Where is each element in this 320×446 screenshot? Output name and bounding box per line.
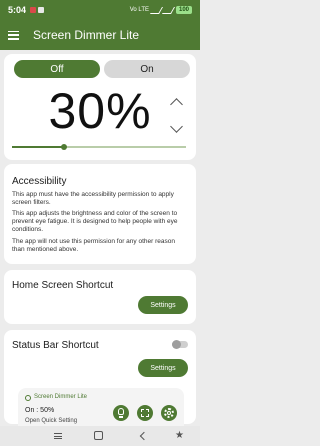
notification-status: On : 50% <box>25 407 55 414</box>
fullscreen-button[interactable] <box>137 405 153 421</box>
status-right-group: Vo LTE 100 <box>130 6 192 14</box>
notification-app-name: Screen Dimmer Lite <box>34 394 88 400</box>
home-shortcut-title: Home Screen Shortcut <box>12 280 114 291</box>
home-shortcut-card: Home Screen Shortcut Settings <box>4 270 196 324</box>
notification-icon <box>30 7 37 13</box>
accessibility-card: Accessibility This app must have the acc… <box>4 164 196 264</box>
accessibility-purpose-text: This app adjusts the brightness and colo… <box>12 210 178 233</box>
home-icon[interactable] <box>94 431 103 440</box>
back-icon[interactable] <box>139 431 149 441</box>
navigation-bar: ★ <box>0 426 200 446</box>
bulb-button[interactable] <box>113 405 129 421</box>
slider-fill <box>12 146 65 148</box>
switch-knob <box>172 340 181 349</box>
battery-icon: 100 <box>175 6 192 14</box>
accessibility-permission-text: This app must have the accessibility per… <box>12 191 174 206</box>
status-bar-shortcut-settings-button[interactable]: Settings <box>138 359 188 377</box>
signal-icon <box>149 6 164 14</box>
status-bar: 5:04 Vo LTE 100 <box>0 0 200 20</box>
accessibility-title: Accessibility <box>12 176 67 187</box>
recent-apps-icon[interactable] <box>54 433 62 439</box>
settings-round-button[interactable] <box>161 405 177 421</box>
wifi-icon <box>161 6 176 14</box>
hamburger-icon[interactable] <box>8 30 19 40</box>
home-shortcut-settings-button[interactable]: Settings <box>138 296 188 314</box>
status-bar-shortcut-card: Status Bar Shortcut Settings Screen Dimm… <box>4 330 196 434</box>
slider-thumb[interactable] <box>61 144 68 150</box>
photo-icon <box>38 7 45 13</box>
off-button[interactable]: Off <box>14 60 100 78</box>
notification-subtitle: Open Quick Setting <box>25 418 78 424</box>
dim-slider[interactable] <box>12 144 186 150</box>
status-bar-shortcut-title: Status Bar Shortcut <box>12 340 99 351</box>
accessibility-usage-text: The app will not use this permission for… <box>12 238 175 253</box>
status-time: 5:04 <box>8 5 27 15</box>
on-button[interactable]: On <box>104 60 190 78</box>
dimmer-card: Off On 30% <box>4 54 196 160</box>
bulb-icon <box>118 408 124 415</box>
dim-percentage: 30% <box>48 83 152 139</box>
status-bar-shortcut-switch[interactable] <box>172 340 188 349</box>
app-icon <box>25 395 31 401</box>
accessibility-icon[interactable]: ★ <box>175 430 184 441</box>
app-title: Screen Dimmer Lite <box>33 28 140 42</box>
network-label: Vo LTE <box>129 7 149 13</box>
app-bar: Screen Dimmer Lite <box>0 20 200 50</box>
